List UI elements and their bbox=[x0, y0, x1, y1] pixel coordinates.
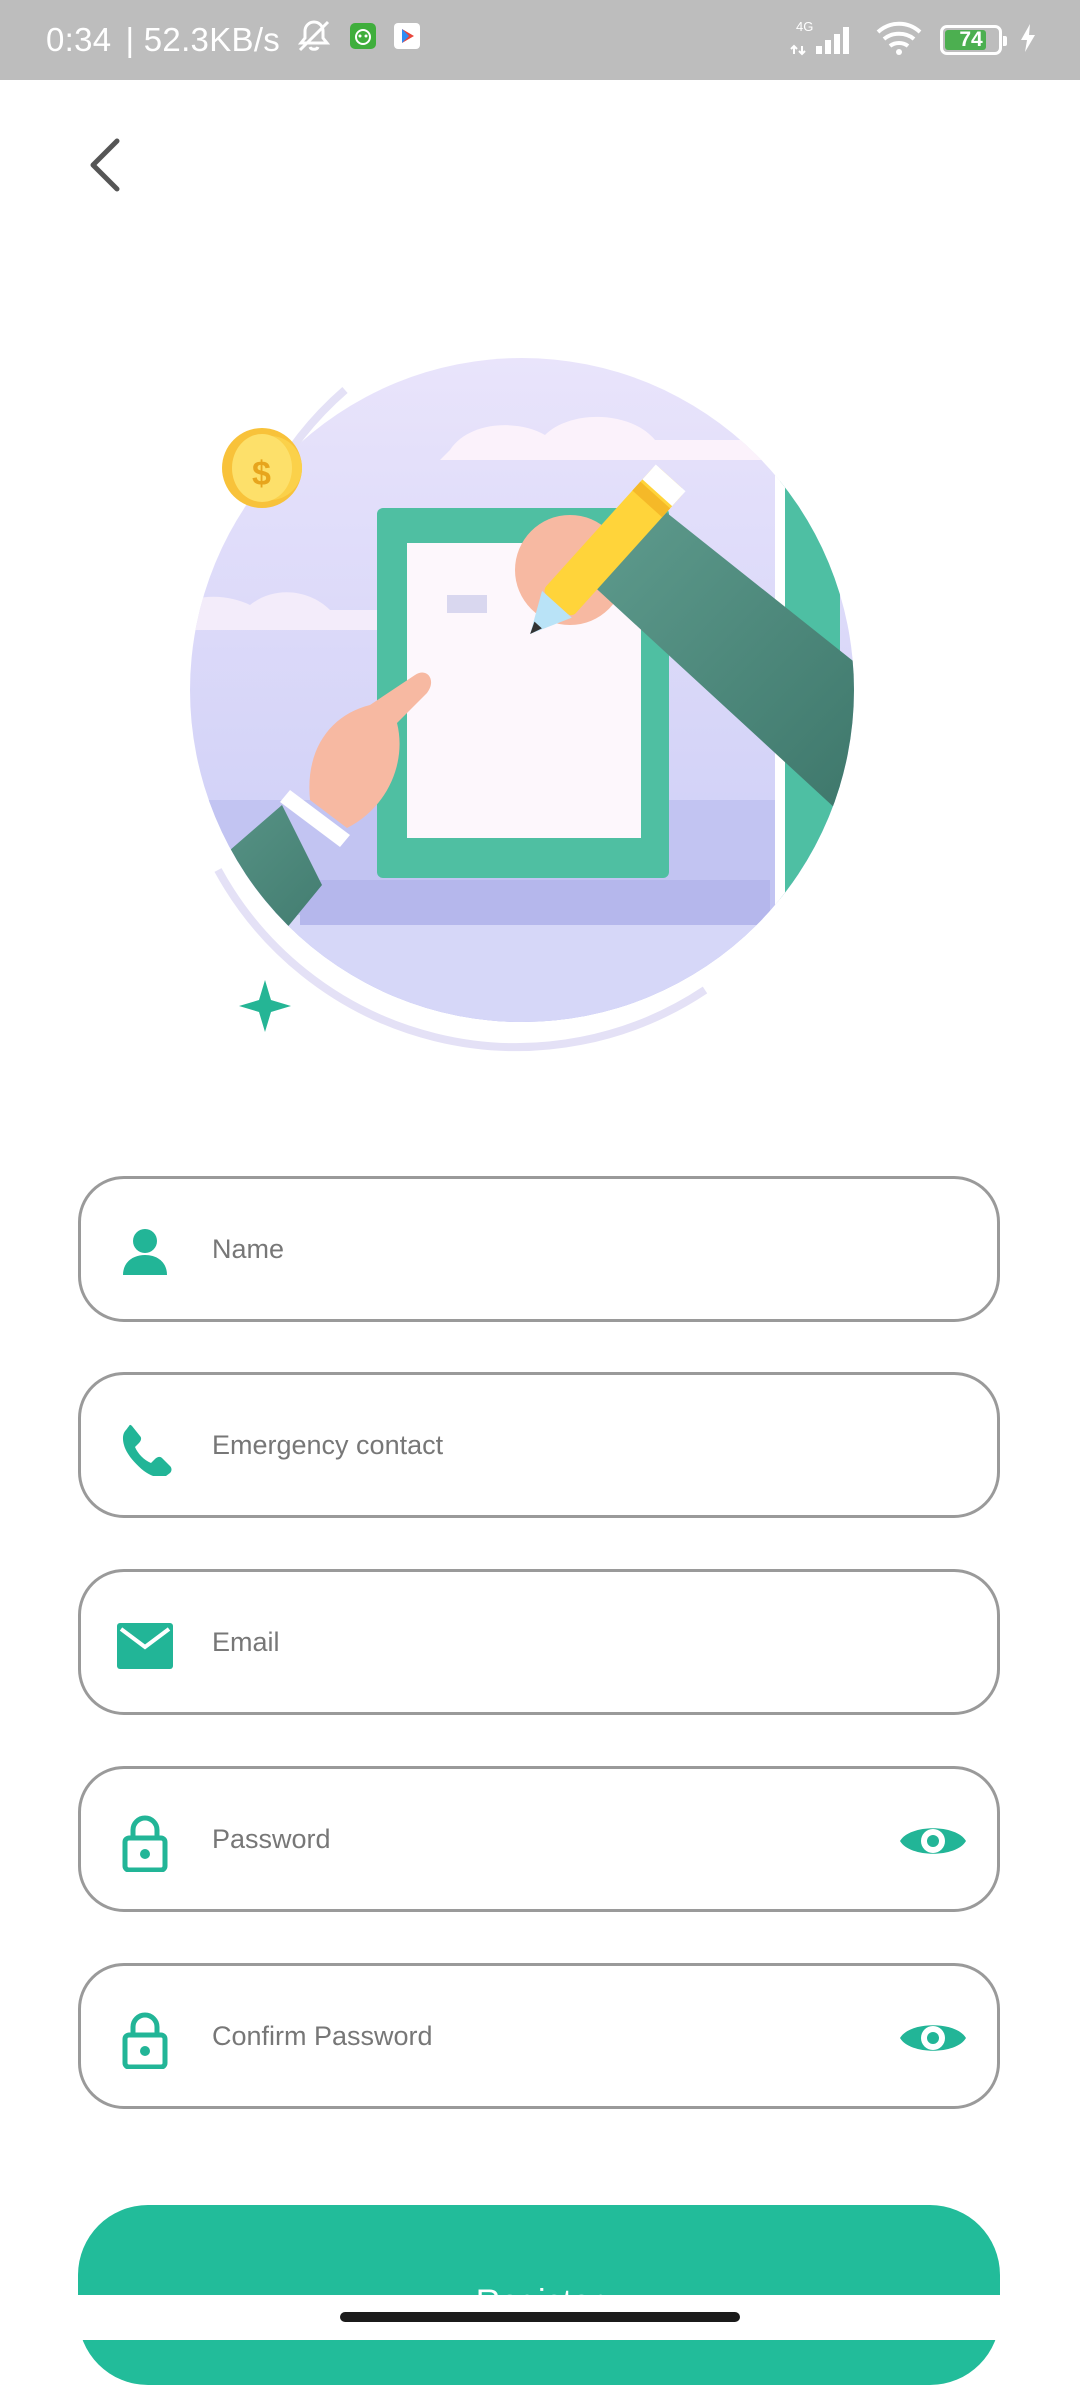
back-button[interactable] bbox=[70, 130, 140, 200]
svg-text:4G: 4G bbox=[796, 19, 813, 34]
lock-icon bbox=[117, 2012, 173, 2069]
wifi-icon bbox=[874, 18, 924, 63]
svg-text:$: $ bbox=[252, 455, 271, 493]
play-store-icon bbox=[392, 21, 422, 59]
status-time: 0:34 bbox=[46, 21, 112, 58]
lock-icon bbox=[117, 1815, 173, 1872]
email-input[interactable]: Email bbox=[212, 1572, 280, 1712]
email-field[interactable]: Email bbox=[78, 1569, 1000, 1715]
status-left: 0:34 | 52.3KB/s bbox=[46, 0, 422, 80]
mute-icon bbox=[294, 16, 334, 64]
register-illustration: $ bbox=[190, 358, 854, 1052]
status-right: 4G 74 bbox=[788, 0, 1038, 80]
password-input[interactable]: Password bbox=[212, 1769, 331, 1909]
signal-icon: 4G bbox=[788, 18, 858, 63]
mail-icon bbox=[117, 1618, 173, 1674]
app-notification-icon bbox=[348, 21, 378, 59]
status-net-speed: | 52.3KB/s bbox=[125, 21, 281, 58]
charging-icon bbox=[1018, 22, 1038, 59]
confirm-password-input[interactable]: Confirm Password bbox=[212, 1966, 433, 2106]
emergency-contact-input[interactable]: Emergency contact bbox=[212, 1375, 443, 1515]
back-arrow-icon bbox=[90, 138, 120, 192]
password-field[interactable]: Password bbox=[78, 1766, 1000, 1912]
eye-icon[interactable] bbox=[897, 2010, 969, 2066]
phone-icon bbox=[117, 1421, 173, 1477]
home-indicator[interactable] bbox=[340, 2312, 740, 2322]
person-icon bbox=[117, 1225, 173, 1281]
name-field[interactable]: Name bbox=[78, 1176, 1000, 1322]
confirm-password-field[interactable]: Confirm Password bbox=[78, 1963, 1000, 2109]
emergency-contact-field[interactable]: Emergency contact bbox=[78, 1372, 1000, 1518]
status-bar: 0:34 | 52.3KB/s 4G 74 bbox=[0, 0, 1080, 80]
eye-icon[interactable] bbox=[897, 1813, 969, 1869]
battery-icon: 74 bbox=[940, 25, 1007, 55]
name-input[interactable]: Name bbox=[212, 1179, 284, 1319]
